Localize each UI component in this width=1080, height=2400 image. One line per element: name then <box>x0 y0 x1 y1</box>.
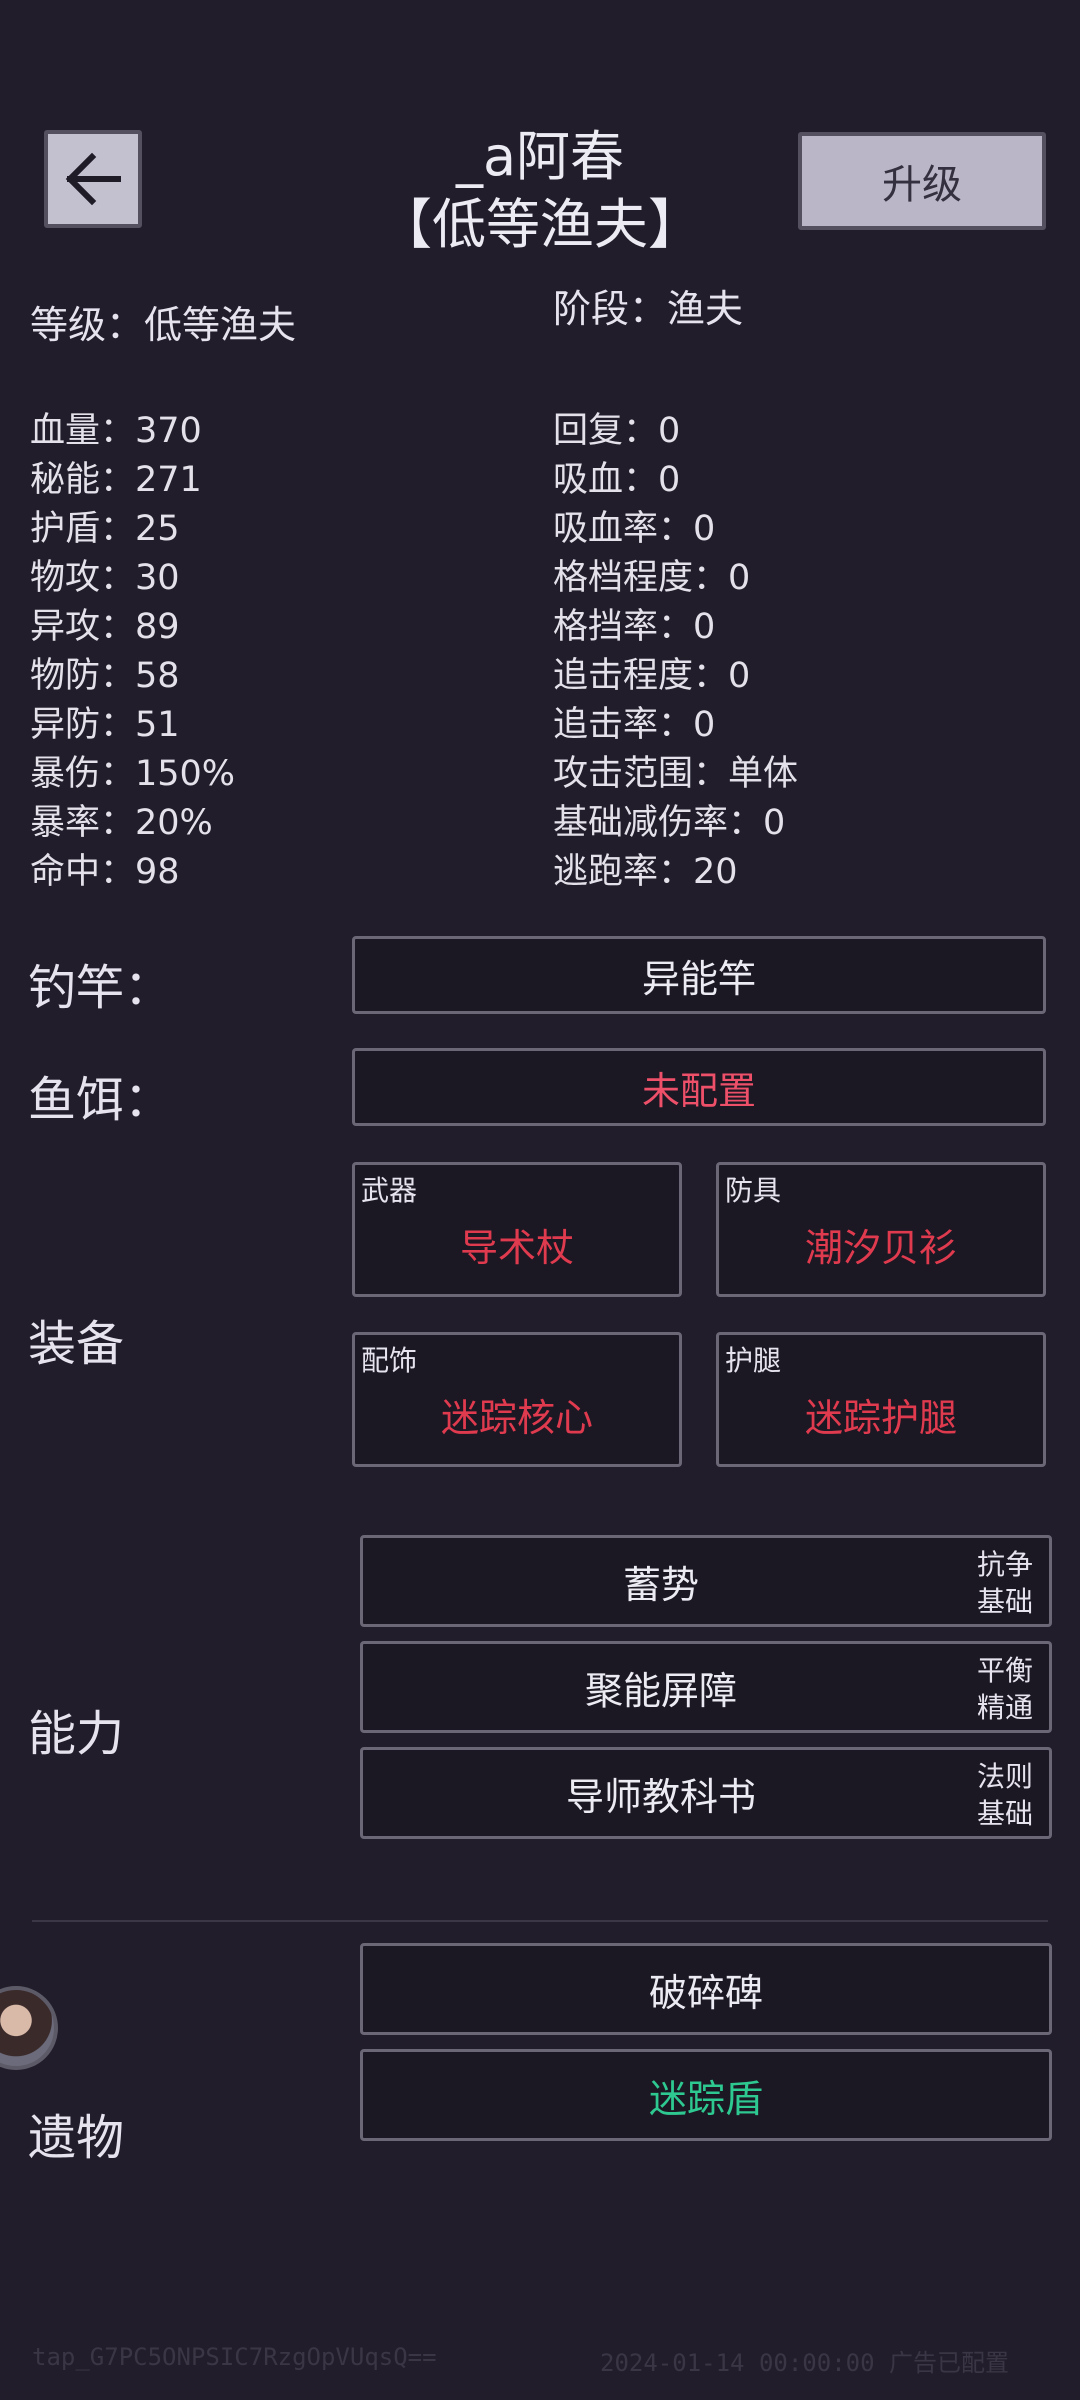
relic-name: 破碎碑 <box>648 1970 763 2015</box>
relic-name: 迷踪盾 <box>648 2076 763 2121</box>
ability-name: 导师教科书 <box>565 1774 756 1819</box>
equip-slot-armor[interactable]: 防具 潮汐贝衫 <box>716 1162 1046 1297</box>
ability-name: 蓄势 <box>622 1562 699 1607</box>
ability-tag: 法则 基础 <box>976 1760 1033 1830</box>
equip-slot-accessory[interactable]: 配饰 迷踪核心 <box>352 1332 682 1467</box>
stat-lifesteal-rate: 吸血率：0 <box>553 509 716 549</box>
relic-item[interactable]: 破碎碑 <box>360 1943 1052 2035</box>
ability-item[interactable]: 导师教科书 法则 基础 <box>360 1747 1052 1839</box>
stat-phys-def: 物防：58 <box>30 656 180 696</box>
equip-item-name: 迷踪核心 <box>440 1396 593 1440</box>
rod-value: 异能竿 <box>641 956 756 1001</box>
stat-block-rate: 格挡率：0 <box>553 607 716 647</box>
timestamp-watermark: 2024-01-14 00:00:00 广告已配置 <box>600 2349 1009 2377</box>
stat-regen: 回复：0 <box>553 411 681 451</box>
stat-crit-rate: 暴率：20% <box>30 803 213 843</box>
stat-block-degree: 格档程度：0 <box>553 558 751 598</box>
relics-label: 遗物 <box>28 2110 125 2166</box>
equip-item-name: 迷踪护腿 <box>804 1396 957 1440</box>
rank-title: 【低等渔夫】 <box>378 193 702 256</box>
upgrade-button[interactable]: 升级 <box>798 132 1046 230</box>
rod-button[interactable]: 异能竿 <box>352 936 1046 1014</box>
equip-item-name: 导术杖 <box>459 1226 574 1270</box>
arrow-left-icon <box>65 152 121 206</box>
equip-slot-label: 武器 <box>361 1174 418 1207</box>
stat-phys-atk: 物攻：30 <box>30 558 180 598</box>
stat-attack-range: 攻击范围：单体 <box>553 754 799 794</box>
section-divider <box>32 1920 1048 1922</box>
ability-item[interactable]: 蓄势 抗争 基础 <box>360 1535 1052 1627</box>
stat-crit-dmg: 暴伤：150% <box>30 754 236 794</box>
bait-button[interactable]: 未配置 <box>352 1048 1046 1126</box>
abilities-label: 能力 <box>28 1706 125 1762</box>
ability-tag: 抗争 基础 <box>976 1548 1033 1618</box>
equip-slot-label: 配饰 <box>361 1344 418 1377</box>
bait-label: 鱼饵： <box>28 1072 173 1128</box>
device-id-watermark: tap_G7PC5ONPSIC7RzgOpVUqsQ== <box>32 2343 437 2371</box>
relic-item[interactable]: 迷踪盾 <box>360 2049 1052 2141</box>
equip-slot-leggings[interactable]: 护腿 迷踪护腿 <box>716 1332 1046 1467</box>
stage-text: 阶段：渔夫 <box>553 287 744 331</box>
stat-pursuit-degree: 追击程度：0 <box>553 656 751 696</box>
equip-slot-label: 护腿 <box>725 1344 782 1377</box>
stat-lifesteal: 吸血：0 <box>553 460 681 500</box>
equipment-label: 装备 <box>28 1316 125 1372</box>
stat-pursuit-rate: 追击率：0 <box>553 705 716 745</box>
bait-value: 未配置 <box>641 1068 756 1113</box>
stat-accuracy: 命中：98 <box>30 852 180 892</box>
equip-slot-weapon[interactable]: 武器 导术杖 <box>352 1162 682 1297</box>
stat-psi-atk: 异攻：89 <box>30 607 180 647</box>
stat-shield: 护盾：25 <box>30 509 180 549</box>
rod-label: 钓竿： <box>28 960 173 1016</box>
ability-name: 聚能屏障 <box>584 1668 737 1713</box>
back-button[interactable] <box>44 130 142 228</box>
stat-mana: 秘能：271 <box>30 460 202 500</box>
ability-tag: 平衡 精通 <box>976 1654 1033 1724</box>
stat-escape-rate: 逃跑率：20 <box>553 852 738 892</box>
stat-base-dmg-reduction: 基础减伤率：0 <box>553 803 786 843</box>
level-text: 等级：低等渔夫 <box>30 303 297 347</box>
stat-psi-def: 异防：51 <box>30 705 180 745</box>
stat-hp: 血量：370 <box>30 411 202 451</box>
floating-avatar[interactable] <box>0 1986 58 2070</box>
equip-slot-label: 防具 <box>725 1174 782 1207</box>
ability-item[interactable]: 聚能屏障 平衡 精通 <box>360 1641 1052 1733</box>
equip-item-name: 潮汐贝衫 <box>804 1226 957 1270</box>
